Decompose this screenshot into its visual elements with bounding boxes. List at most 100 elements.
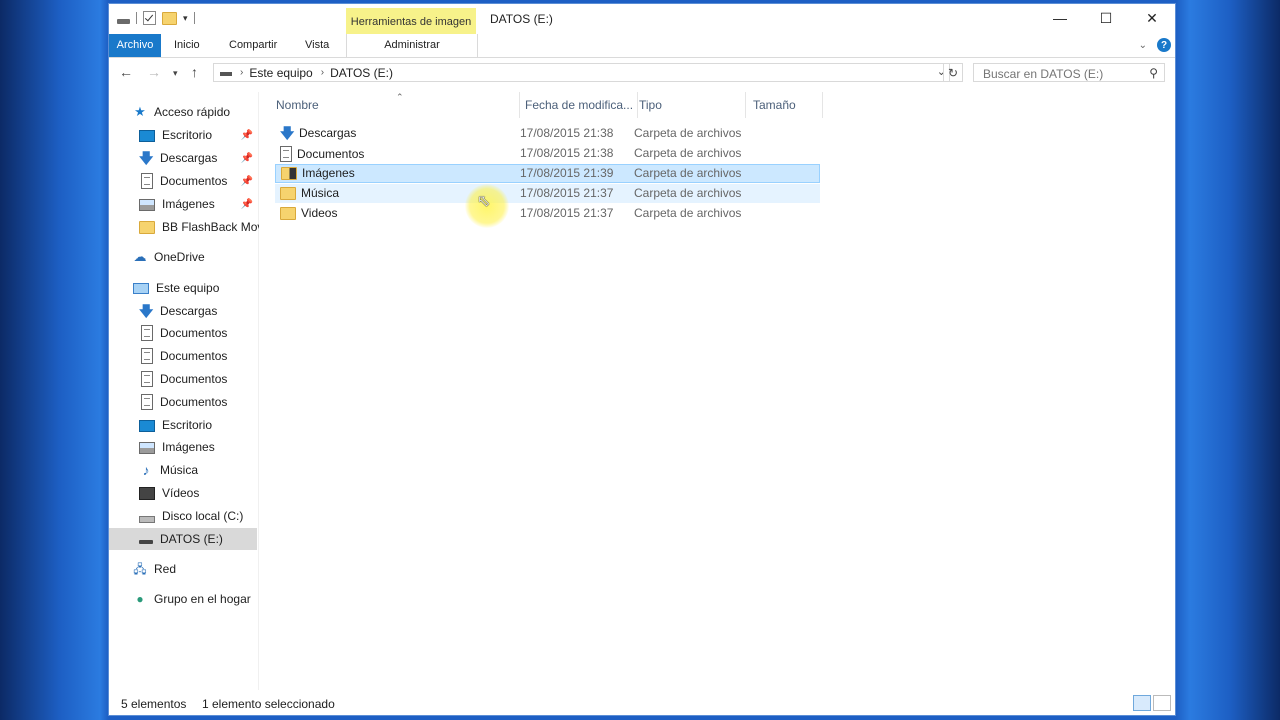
mouse-pointer-icon: ⬁ bbox=[477, 193, 491, 210]
nav-item-documentos[interactable]: Documentos 📌 bbox=[109, 170, 257, 192]
file-name: Música bbox=[275, 186, 339, 200]
refresh-button[interactable]: ↻ bbox=[943, 63, 963, 82]
large-icons-view-icon[interactable] bbox=[1153, 695, 1171, 711]
new-folder-icon[interactable] bbox=[162, 11, 177, 25]
nav-item-videos[interactable]: Vídeos bbox=[109, 482, 257, 504]
nav-item-documentos-2[interactable]: Documentos bbox=[109, 345, 257, 367]
cloud-icon: ☁ bbox=[133, 249, 147, 264]
nav-item-documentos-4[interactable]: Documentos bbox=[109, 391, 257, 413]
pin-icon[interactable]: 📌 bbox=[241, 199, 253, 210]
maximize-button[interactable]: ☐ bbox=[1083, 4, 1129, 32]
table-row-hover[interactable]: Música 17/08/2015 21:37 Carpeta de archi… bbox=[275, 184, 820, 203]
separator bbox=[136, 12, 137, 24]
nav-item-disco-local[interactable]: Disco local (C:) bbox=[109, 505, 257, 527]
forward-arrow-icon[interactable]: → bbox=[147, 64, 161, 80]
tab-administrar[interactable]: Administrar bbox=[346, 34, 478, 57]
breadcrumb-este-equipo[interactable]: Este equipo bbox=[249, 66, 312, 80]
nav-item-label: OneDrive bbox=[154, 250, 205, 264]
file-list: ⌃ Nombre Fecha de modifica... Tipo Tamañ… bbox=[269, 92, 1169, 690]
tab-vista[interactable]: Vista bbox=[305, 34, 329, 57]
properties-icon[interactable] bbox=[143, 11, 156, 25]
chevron-right-icon[interactable]: › bbox=[240, 67, 243, 78]
pin-icon[interactable]: 📌 bbox=[241, 153, 253, 164]
nav-item-este-equipo[interactable]: Este equipo bbox=[109, 277, 257, 299]
table-row-selected[interactable]: Imágenes 17/08/2015 21:39 Carpeta de arc… bbox=[275, 164, 820, 183]
column-header-nombre[interactable]: ⌃ Nombre bbox=[276, 92, 520, 118]
nav-item-descargas[interactable]: 🡇 Descargas 📌 bbox=[109, 147, 257, 169]
help-icon[interactable]: ? bbox=[1157, 38, 1171, 52]
table-row[interactable]: Documentos 17/08/2015 21:38 Carpeta de a… bbox=[275, 144, 820, 163]
nav-item-imagenes-pc[interactable]: Imágenes bbox=[109, 436, 257, 458]
nav-item-musica[interactable]: ♪ Música bbox=[109, 459, 257, 481]
nav-item-label: Escritorio bbox=[162, 418, 213, 432]
file-name: Imágenes bbox=[276, 166, 355, 180]
close-button[interactable]: ✕ bbox=[1129, 4, 1175, 32]
drive-icon[interactable] bbox=[117, 18, 130, 24]
column-label: Fecha de modifica... bbox=[525, 98, 634, 112]
explorer-window: ▾ Herramientas de imagen DATOS (E:) — ☐ … bbox=[108, 3, 1176, 716]
nav-item-label: Documentos bbox=[160, 326, 228, 340]
table-row[interactable]: Videos 17/08/2015 21:37 Carpeta de archi… bbox=[275, 204, 820, 223]
selection-count: 1 elemento seleccionado bbox=[202, 697, 335, 711]
document-icon bbox=[141, 394, 153, 410]
nav-item-documentos-1[interactable]: Documentos bbox=[109, 322, 257, 344]
nav-item-grupo-hogar[interactable]: ● Grupo en el hogar bbox=[109, 588, 257, 610]
nav-item-escritorio-pc[interactable]: Escritorio bbox=[109, 414, 257, 436]
tab-inicio[interactable]: Inicio bbox=[174, 34, 200, 57]
nav-item-acceso-rapido[interactable]: ★ Acceso rápido bbox=[109, 101, 257, 123]
breadcrumb-datos[interactable]: DATOS (E:) bbox=[330, 66, 393, 80]
status-bar: 5 elementos 1 elemento seleccionado bbox=[109, 691, 1175, 715]
details-view-icon[interactable] bbox=[1133, 695, 1151, 711]
search-icon[interactable]: ⚲ bbox=[1149, 66, 1158, 80]
nav-item-imagenes[interactable]: Imágenes 📌 bbox=[109, 193, 257, 215]
nav-item-label: Imágenes bbox=[162, 440, 215, 454]
customize-dropdown-icon[interactable]: ▾ bbox=[183, 13, 188, 24]
nav-item-escritorio[interactable]: Escritorio 📌 bbox=[109, 124, 257, 146]
pin-icon[interactable]: 📌 bbox=[241, 130, 253, 141]
nav-item-label: Descargas bbox=[160, 151, 218, 165]
nav-item-label: Documentos bbox=[160, 349, 228, 363]
expand-ribbon-icon[interactable]: ⌄ bbox=[1139, 40, 1147, 51]
view-toggle bbox=[1133, 695, 1171, 711]
address-row: ← → ▾ ↑ › Este equipo › DATOS (E:) ⌄ ↻ ⚲ bbox=[109, 60, 1175, 88]
download-icon: 🡇 bbox=[139, 303, 154, 319]
column-header-fecha[interactable]: Fecha de modifica... bbox=[525, 92, 638, 118]
nav-item-datos[interactable]: DATOS (E:) bbox=[109, 528, 257, 550]
table-row[interactable]: 🡇 Descargas 17/08/2015 21:38 Carpeta de a… bbox=[275, 124, 820, 143]
nav-item-descargas-pc[interactable]: 🡇 Descargas bbox=[109, 300, 257, 322]
search-input[interactable] bbox=[981, 66, 1145, 82]
pictures-icon bbox=[139, 442, 155, 454]
download-icon: 🡇 bbox=[139, 150, 154, 166]
file-date: 17/08/2015 21:37 bbox=[520, 206, 614, 220]
column-label: Nombre bbox=[276, 98, 319, 112]
tab-compartir[interactable]: Compartir bbox=[229, 34, 277, 57]
pin-icon[interactable]: 📌 bbox=[241, 176, 253, 187]
nav-item-bb-flashback[interactable]: BB FlashBack Movie bbox=[109, 216, 259, 238]
star-icon: ★ bbox=[134, 104, 146, 119]
network-icon: 🖧 bbox=[133, 562, 147, 576]
minimize-button[interactable]: — bbox=[1037, 4, 1083, 32]
computer-icon bbox=[133, 283, 149, 294]
navigation-pane: ★ Acceso rápido Escritorio 📌 🡇 Descargas 📌 D… bbox=[109, 92, 259, 690]
column-header-tamano[interactable]: Tamaño bbox=[753, 92, 823, 118]
drive-icon bbox=[139, 540, 153, 544]
address-bar[interactable]: › Este equipo › DATOS (E:) ⌄ bbox=[213, 63, 950, 82]
video-icon bbox=[139, 486, 155, 500]
up-arrow-icon[interactable]: ↑ bbox=[191, 64, 198, 80]
nav-item-label: Música bbox=[160, 463, 199, 477]
document-icon bbox=[280, 146, 292, 162]
nav-item-red[interactable]: 🖧 Red bbox=[109, 558, 257, 580]
column-header-tipo[interactable]: Tipo bbox=[639, 92, 746, 118]
document-icon bbox=[141, 348, 153, 364]
recent-locations-icon[interactable]: ▾ bbox=[173, 68, 178, 79]
nav-item-label: Escritorio bbox=[162, 128, 213, 142]
nav-item-onedrive[interactable]: ☁ OneDrive bbox=[109, 246, 257, 268]
search-box[interactable]: ⚲ bbox=[973, 63, 1165, 82]
nav-item-label: Disco local (C:) bbox=[162, 509, 244, 523]
file-name: 🡇 Descargas bbox=[280, 125, 357, 141]
chevron-right-icon[interactable]: › bbox=[321, 67, 324, 78]
back-arrow-icon[interactable]: ← bbox=[119, 64, 133, 80]
nav-item-documentos-3[interactable]: Documentos bbox=[109, 368, 257, 390]
tab-archivo[interactable]: Archivo bbox=[109, 34, 161, 57]
context-tab-header: Herramientas de imagen bbox=[346, 8, 476, 36]
